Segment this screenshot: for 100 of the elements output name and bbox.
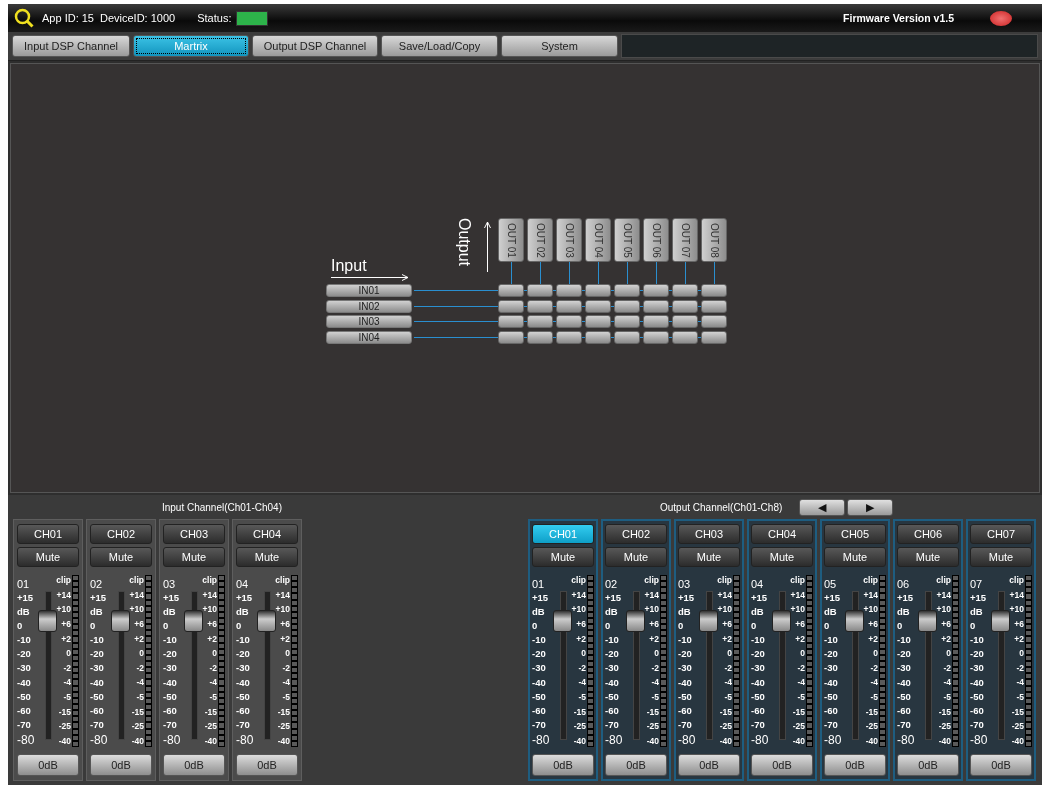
input-button[interactable]: IN01 [326, 284, 412, 297]
mute-button[interactable]: Mute [824, 547, 886, 567]
crosspoint-button[interactable] [701, 299, 727, 313]
channel-button[interactable]: CH07 [970, 524, 1032, 544]
mute-button[interactable]: Mute [678, 547, 740, 567]
reset-gain-button[interactable]: 0dB [824, 754, 886, 776]
channel-button[interactable]: CH01 [17, 524, 79, 544]
channel-button[interactable]: CH03 [163, 524, 225, 544]
input-button[interactable]: IN02 [326, 299, 412, 313]
crosspoint-button[interactable] [614, 330, 640, 344]
crosspoint-button[interactable] [556, 299, 582, 313]
mute-button[interactable]: Mute [90, 547, 152, 567]
crosspoint-button[interactable] [556, 284, 582, 297]
mute-button[interactable]: Mute [970, 547, 1032, 567]
close-icon[interactable] [990, 10, 1012, 26]
mute-button[interactable]: Mute [163, 547, 225, 567]
crosspoint-button[interactable] [527, 299, 553, 313]
reset-gain-button[interactable]: 0dB [678, 754, 740, 776]
input-button[interactable]: IN03 [326, 315, 412, 328]
tab[interactable]: Output DSP Channel [252, 35, 378, 57]
fader-thumb[interactable] [37, 609, 57, 632]
crosspoint-button[interactable] [614, 284, 640, 297]
crosspoint-button[interactable] [527, 284, 553, 297]
meter-label: -40 [938, 736, 951, 746]
crosspoint-button[interactable] [585, 330, 611, 344]
crosspoint-button[interactable] [701, 315, 727, 328]
crosspoint-button[interactable] [585, 315, 611, 328]
reset-gain-button[interactable]: 0dB [17, 754, 79, 776]
page-button[interactable]: ▶ [847, 498, 894, 516]
crosspoint-button[interactable] [614, 315, 640, 328]
crosspoint-button[interactable] [672, 330, 698, 344]
reset-gain-button[interactable]: 0dB [970, 754, 1032, 776]
crosspoint-button[interactable] [672, 284, 698, 297]
fader-thumb[interactable] [990, 609, 1010, 632]
mute-button[interactable]: Mute [17, 547, 79, 567]
crosspoint-button[interactable] [701, 284, 727, 297]
crosspoint-button[interactable] [585, 284, 611, 297]
output-button[interactable]: OUT 05 [614, 218, 640, 262]
mute-button[interactable]: Mute [236, 547, 298, 567]
reset-gain-button[interactable]: 0dB [605, 754, 667, 776]
crosspoint-button[interactable] [614, 299, 640, 313]
crosspoint-button[interactable] [672, 299, 698, 313]
output-button[interactable]: OUT 08 [701, 218, 727, 262]
crosspoint-button[interactable] [556, 330, 582, 344]
output-button[interactable]: OUT 01 [498, 218, 524, 262]
mute-button[interactable]: Mute [897, 547, 959, 567]
fader-thumb[interactable] [917, 609, 937, 632]
fader-thumb[interactable] [256, 609, 276, 632]
crosspoint-button[interactable] [498, 299, 524, 313]
mute-button[interactable]: Mute [751, 547, 813, 567]
scale-label: 0 [17, 621, 24, 632]
fader-thumb[interactable] [183, 609, 203, 632]
page-button[interactable]: ◀ [799, 498, 846, 516]
scale-label: -80 [605, 733, 624, 746]
fader-thumb[interactable] [698, 609, 718, 632]
channel-button[interactable]: CH03 [678, 524, 740, 544]
channel-button[interactable]: CH04 [751, 524, 813, 544]
crosspoint-button[interactable] [672, 315, 698, 328]
crosspoint-button[interactable] [643, 299, 669, 313]
output-button[interactable]: OUT 04 [585, 218, 611, 262]
output-button[interactable]: OUT 07 [672, 218, 698, 262]
output-button[interactable]: OUT 03 [556, 218, 582, 262]
crosspoint-button[interactable] [701, 330, 727, 344]
reset-gain-button[interactable]: 0dB [236, 754, 298, 776]
crosspoint-button[interactable] [527, 315, 553, 328]
crosspoint-button[interactable] [527, 330, 553, 344]
input-button[interactable]: IN04 [326, 330, 412, 344]
tab[interactable]: Save/Load/Copy [381, 35, 498, 57]
fader-thumb[interactable] [625, 609, 645, 632]
output-button[interactable]: OUT 06 [643, 218, 669, 262]
tab[interactable]: System [501, 35, 618, 57]
scale-label: -70 [163, 719, 178, 730]
channel-button[interactable]: CH02 [605, 524, 667, 544]
reset-gain-button[interactable]: 0dB [90, 754, 152, 776]
fader-thumb[interactable] [771, 609, 791, 632]
crosspoint-button[interactable] [498, 330, 524, 344]
channel-button[interactable]: CH02 [90, 524, 152, 544]
fader-thumb[interactable] [110, 609, 130, 632]
reset-gain-button[interactable]: 0dB [897, 754, 959, 776]
crosspoint-button[interactable] [556, 315, 582, 328]
fader-thumb[interactable] [844, 609, 864, 632]
crosspoint-button[interactable] [498, 284, 524, 297]
fader-thumb[interactable] [552, 609, 572, 632]
mute-button[interactable]: Mute [605, 547, 667, 567]
reset-gain-button[interactable]: 0dB [751, 754, 813, 776]
meter-label: +14 [790, 590, 805, 600]
crosspoint-button[interactable] [643, 284, 669, 297]
channel-button[interactable]: CH05 [824, 524, 886, 544]
reset-gain-button[interactable]: 0dB [532, 754, 594, 776]
scale-label: dB [532, 607, 546, 618]
channel-button[interactable]: CH06 [897, 524, 959, 544]
tab[interactable]: Input DSP Channel [12, 35, 130, 57]
reset-gain-button[interactable]: 0dB [163, 754, 225, 776]
crosspoint-button[interactable] [643, 315, 669, 328]
crosspoint-button[interactable] [498, 315, 524, 328]
mute-button[interactable]: Mute [532, 547, 594, 567]
channel-button[interactable]: CH04 [236, 524, 298, 544]
output-button[interactable]: OUT 02 [527, 218, 553, 262]
crosspoint-button[interactable] [643, 330, 669, 344]
crosspoint-button[interactable] [585, 299, 611, 313]
